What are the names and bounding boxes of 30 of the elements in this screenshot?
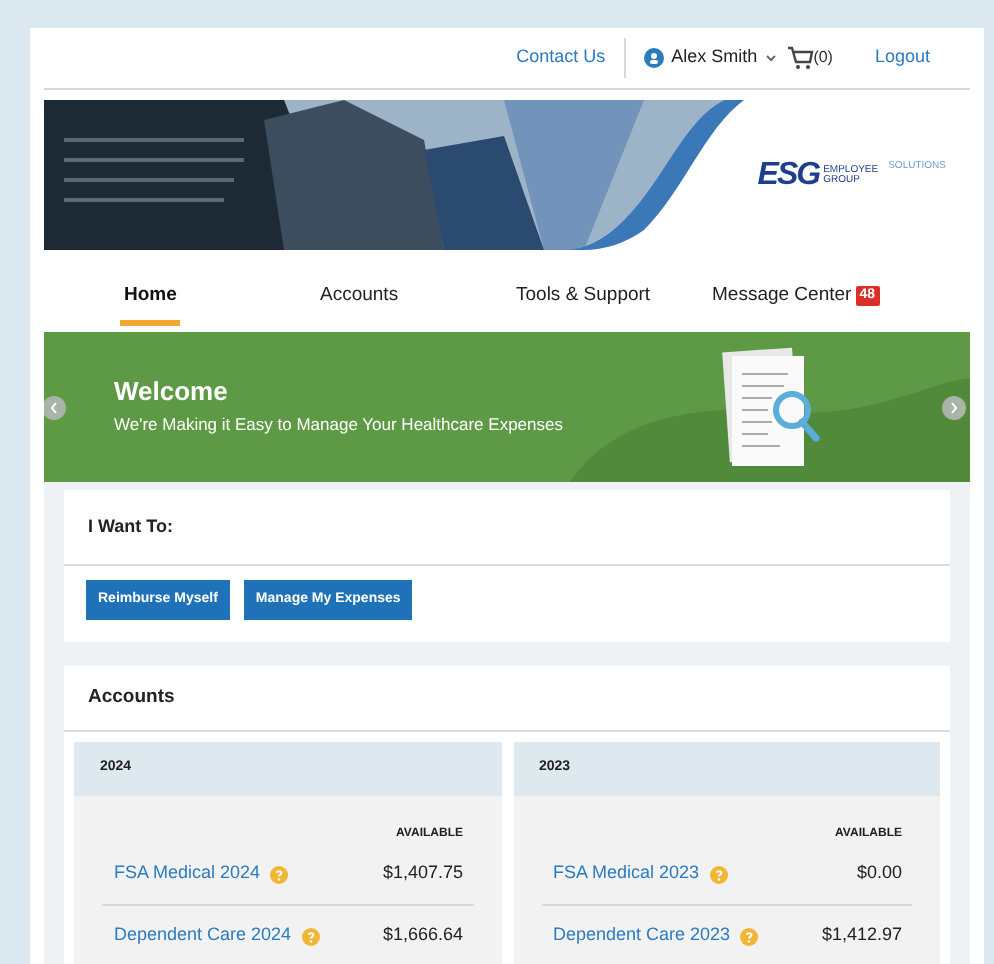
logo-mark: ESG [757, 160, 820, 192]
account-link[interactable]: FSA Medical 2024 [114, 860, 261, 888]
account-link[interactable]: Dependent Care 2024 [114, 922, 292, 950]
chevron-left-icon [50, 401, 58, 413]
cart-button[interactable]: (0) [787, 46, 833, 70]
available-amount: $1,412.97 [821, 922, 902, 949]
account-link[interactable]: FSA Medical 2023 [553, 860, 700, 888]
welcome-title: Welcome [114, 376, 230, 409]
nav-tab[interactable]: Tools & Support [512, 281, 655, 326]
nav-tab[interactable]: Accounts [316, 281, 403, 326]
cart-icon [787, 46, 814, 70]
user-avatar-icon [643, 48, 664, 68]
section-title: Accounts [88, 683, 175, 712]
section-title: I Want To: [88, 513, 173, 540]
help-icon[interactable] [740, 927, 759, 945]
logout-link[interactable]: Logout [874, 44, 930, 72]
help-icon[interactable] [709, 865, 728, 883]
chevron-down-icon [765, 54, 776, 62]
welcome-subtitle: We're Making it Easy to Manage Your Healthcare Expenses [114, 412, 563, 438]
help-icon[interactable] [301, 927, 320, 945]
account-link[interactable]: Dependent Care 2023 [553, 922, 731, 950]
help-icon[interactable] [270, 865, 289, 883]
available-amount: $1,666.64 [382, 922, 463, 949]
contact-us-link[interactable]: Contact Us [516, 44, 606, 72]
user-menu[interactable]: Alex Smith [643, 44, 776, 72]
nav-tab[interactable]: Home [120, 281, 181, 326]
available-amount: $0.00 [856, 860, 902, 887]
available-amount: $1,407.75 [382, 860, 463, 887]
previous-arrow-button[interactable] [44, 395, 66, 419]
chevron-right-icon [950, 401, 958, 413]
